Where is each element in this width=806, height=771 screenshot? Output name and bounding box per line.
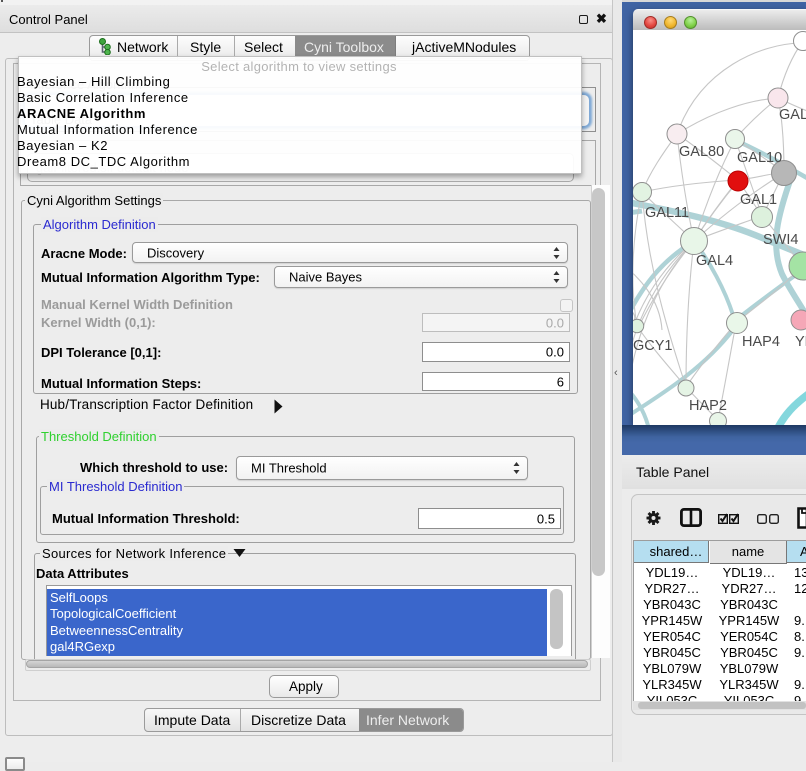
- svg-text:HAP4: HAP4: [742, 334, 780, 350]
- svg-text:GAL4: GAL4: [696, 253, 733, 269]
- svg-text:GAL11: GAL11: [645, 205, 689, 221]
- svg-text:GAL7: GAL7: [779, 107, 806, 123]
- svg-text:GCY1: GCY1: [633, 338, 673, 354]
- svg-text:GAL1: GAL1: [740, 192, 777, 208]
- svg-text:YL: YL: [795, 334, 806, 350]
- svg-text:GAL80: GAL80: [679, 144, 724, 160]
- svg-text:SWI4: SWI4: [763, 232, 798, 248]
- svg-text:GAL10: GAL10: [737, 150, 782, 166]
- svg-text:HAP2: HAP2: [689, 398, 727, 414]
